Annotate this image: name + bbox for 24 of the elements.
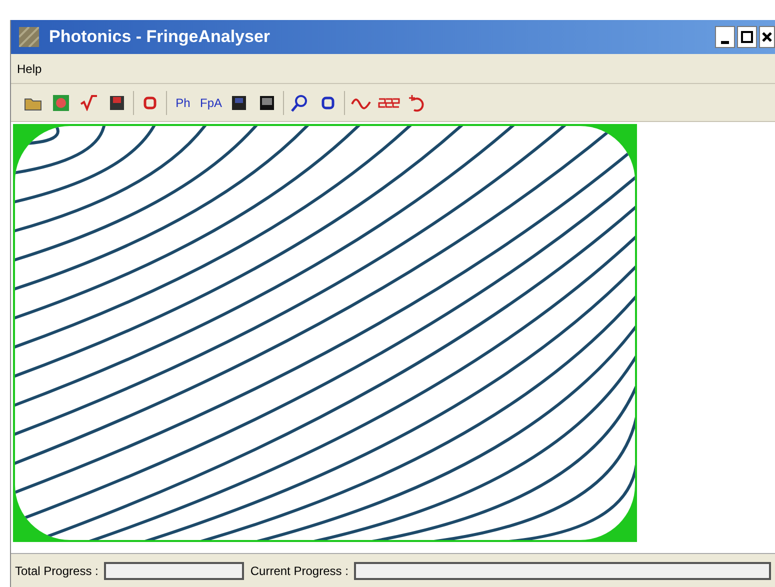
- save-icon: [109, 94, 125, 110]
- stop-icon: [52, 94, 70, 112]
- minimize-icon: [721, 41, 729, 44]
- app-icon: [19, 27, 39, 47]
- close-icon: [762, 32, 772, 42]
- zigzag-icon: [378, 96, 400, 110]
- square-root-icon: [80, 94, 98, 110]
- maximize-icon: [741, 31, 753, 43]
- minimize-button[interactable]: [715, 26, 735, 48]
- refresh-icon: [142, 94, 158, 110]
- maximize-button[interactable]: [737, 26, 757, 48]
- undo-icon: [408, 94, 426, 112]
- menu-item[interactable]: Help: [15, 60, 44, 78]
- search-icon: [291, 94, 309, 112]
- image-icon: [259, 94, 275, 110]
- toolbar-button[interactable]: FpA: [200, 90, 222, 114]
- progress-label: Total Progress :: [15, 562, 98, 580]
- wave-icon: [351, 96, 371, 110]
- window-title: Photonics - FringeAnalyser: [49, 26, 272, 48]
- toolbar-button[interactable]: Ph: [172, 90, 194, 114]
- refresh-icon: [320, 94, 336, 110]
- image-icon: [231, 94, 247, 110]
- close-button[interactable]: [759, 26, 775, 48]
- progress-label: Current Progress :: [250, 562, 348, 580]
